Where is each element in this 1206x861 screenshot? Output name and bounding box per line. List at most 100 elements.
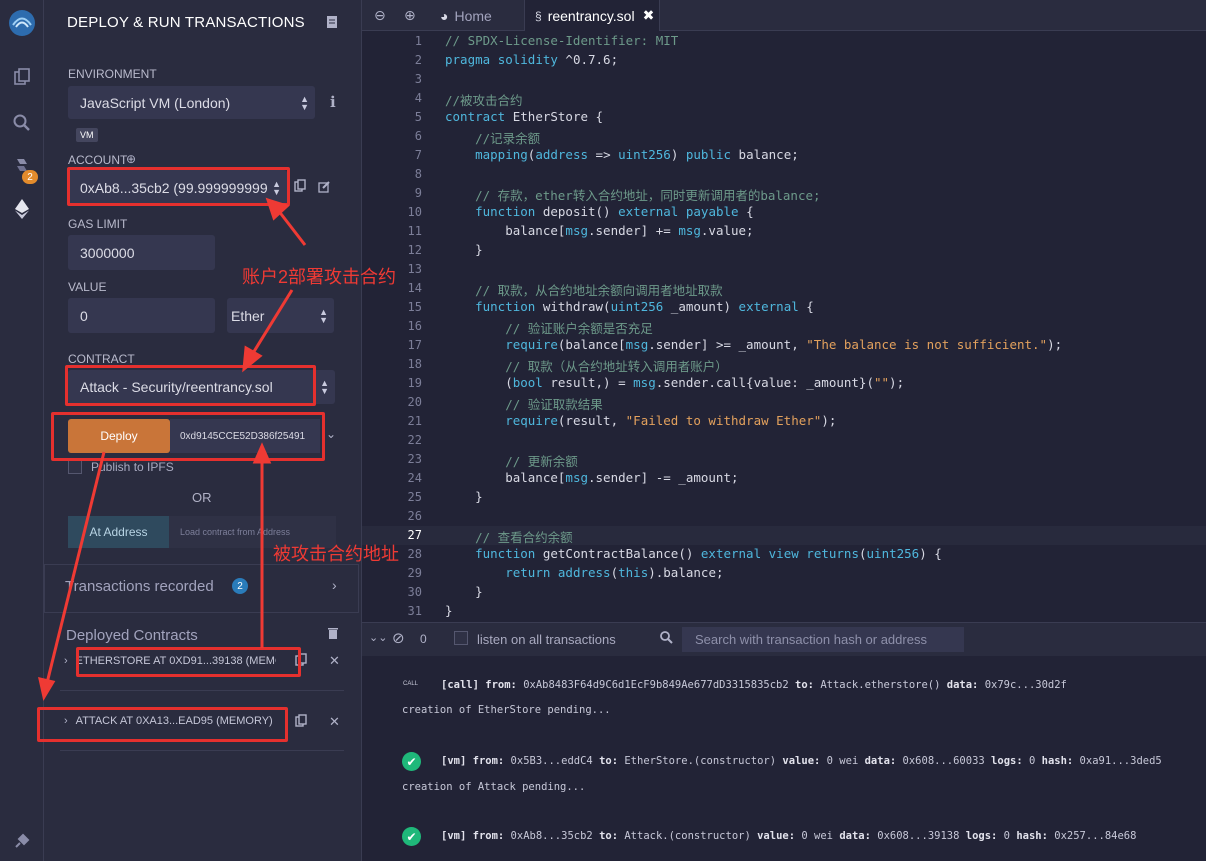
- compiler-badge: 2: [22, 170, 38, 184]
- close-icon[interactable]: ✕: [329, 714, 340, 730]
- annotation-box-deploy: [51, 412, 325, 461]
- annotation-box-attack: [37, 707, 288, 742]
- remix-logo-icon[interactable]: [0, 8, 44, 38]
- account-label: ACCOUNT: [68, 153, 128, 167]
- line-number: 10: [407, 205, 422, 219]
- collapse-terminal-icon[interactable]: ⌄⌄: [369, 631, 387, 644]
- code-line: mapping(address => uint256) public balan…: [475, 147, 799, 162]
- annotation-deploy-note: 账户2部署攻击合约: [242, 267, 397, 287]
- log-entry[interactable]: [vm] from: 0x5B3...eddC4 to: EtherStore.…: [441, 755, 1162, 767]
- code-line: // 取款（从合约地址转入调用者账户）: [505, 359, 728, 374]
- clear-console-icon[interactable]: ⊘: [392, 629, 405, 647]
- publish-ipfs-checkbox[interactable]: [68, 460, 82, 474]
- tab-reentrancy[interactable]: § reentrancy.sol ✖: [524, 0, 660, 31]
- line-number: 11: [407, 224, 422, 238]
- code-line: function withdraw(uint256 _amount) exter…: [475, 299, 814, 314]
- line-number: 15: [407, 300, 422, 314]
- line-number: 20: [407, 395, 422, 409]
- transactions-recorded-section[interactable]: Transactions recorded 2 ›: [44, 564, 359, 613]
- annotation-box-contract: [65, 365, 316, 406]
- value-unit-select[interactable]: Ether ▲ ▼: [227, 298, 334, 333]
- line-number: 26: [407, 509, 422, 523]
- code-line: // 取款，从合约地址余额向调用者地址取款: [475, 283, 723, 298]
- code-line: function getContractBalance() external v…: [475, 546, 942, 561]
- line-number: 3: [414, 72, 422, 86]
- line-number: 18: [407, 357, 422, 371]
- edit-account-icon[interactable]: [318, 180, 331, 196]
- value-label: VALUE: [68, 280, 107, 294]
- documentation-icon[interactable]: [326, 15, 338, 32]
- tab-label: reentrancy.sol: [547, 7, 635, 24]
- tab-label: Home: [454, 7, 492, 24]
- vm-badge: VM: [76, 128, 98, 142]
- log-entry: creation of EtherStore pending...: [402, 704, 611, 716]
- close-icon[interactable]: ✕: [329, 653, 340, 669]
- success-check-icon: ✔: [402, 827, 421, 846]
- environment-select[interactable]: JavaScript VM (London) ▲ ▼: [68, 86, 315, 119]
- info-icon[interactable]: ℹ: [330, 93, 336, 111]
- terminal-search-input[interactable]: Search with transaction hash or address: [682, 627, 964, 652]
- deployed-contracts-label: Deployed Contracts: [66, 627, 198, 644]
- home-icon: ◕: [440, 7, 449, 24]
- pending-tx-counter: 0: [420, 632, 427, 646]
- call-tag: CALL: [403, 681, 419, 687]
- line-number: 8: [414, 167, 422, 181]
- file-explorer-icon[interactable]: [0, 62, 44, 92]
- search-icon: [659, 630, 673, 649]
- plugin-manager-icon[interactable]: [0, 826, 44, 856]
- listen-label: listen on all transactions: [477, 632, 616, 647]
- line-number: 5: [414, 110, 422, 124]
- code-line: //被攻击合约: [445, 93, 523, 108]
- deploy-run-icon[interactable]: [0, 194, 44, 224]
- terminal: ⌄⌄ ⊘ 0 listen on all transactions Search…: [362, 622, 1206, 861]
- line-number: 19: [407, 376, 422, 390]
- code-line: // 验证取款结果: [505, 397, 603, 412]
- line-number: 9: [414, 186, 422, 200]
- zoom-out-icon[interactable]: ⊖: [374, 0, 386, 31]
- add-account-icon[interactable]: ⊕: [126, 152, 136, 166]
- line-number: 23: [407, 452, 422, 466]
- line-number: 4: [414, 91, 422, 105]
- log-entry[interactable]: [vm] from: 0xAb8...35cb2 to: Attack.(con…: [441, 830, 1136, 842]
- code-line: // SPDX-License-Identifier: MIT: [445, 33, 679, 48]
- chevron-right-icon[interactable]: ›: [64, 655, 68, 667]
- search-icon[interactable]: [0, 108, 44, 138]
- code-line: balance[msg.sender] += msg.value;: [445, 223, 754, 238]
- gas-limit-input[interactable]: 3000000: [68, 235, 215, 270]
- panel-title: DEPLOY & RUN TRANSACTIONS: [67, 14, 305, 31]
- close-tab-icon[interactable]: ✖: [643, 7, 655, 24]
- divider: [60, 750, 344, 751]
- transactions-count-badge: 2: [232, 578, 248, 594]
- tab-home[interactable]: ◕ Home: [440, 0, 492, 31]
- log-entry[interactable]: [call] from: 0xAb8483F64d9C6d1EcF9b849Ae…: [441, 679, 1067, 691]
- code-line: }: [445, 603, 453, 618]
- log-entry: creation of Attack pending...: [402, 781, 586, 793]
- trash-icon[interactable]: [327, 627, 339, 643]
- listen-checkbox[interactable]: [454, 631, 468, 645]
- annotation-box-account: [67, 167, 290, 206]
- code-editor: ⊖ ⊕ ◕ Home § reentrancy.sol ✖ 1 // SPDX-L…: [362, 0, 1206, 622]
- at-address-button[interactable]: At Address: [68, 516, 169, 548]
- publish-ipfs-label: Publish to IPFS: [91, 460, 174, 474]
- line-number: 12: [407, 243, 422, 257]
- gas-limit-label: GAS LIMIT: [68, 217, 128, 231]
- transactions-recorded-label: Transactions recorded: [65, 578, 214, 595]
- select-arrows-icon: ▲ ▼: [319, 306, 328, 325]
- line-number: 31: [407, 604, 422, 618]
- code-line: balance[msg.sender] -= _amount;: [445, 470, 739, 485]
- zoom-in-icon[interactable]: ⊕: [404, 0, 416, 31]
- terminal-toolbar: ⌄⌄ ⊘ 0 listen on all transactions Search…: [362, 623, 1206, 656]
- environment-value: JavaScript VM (London): [80, 94, 231, 111]
- value-input[interactable]: 0: [68, 298, 215, 333]
- code-line: // 查看合约余额: [475, 530, 573, 545]
- solidity-file-icon: §: [535, 8, 542, 23]
- copy-account-icon[interactable]: [294, 179, 306, 196]
- copy-address-icon[interactable]: [295, 714, 307, 731]
- or-label: OR: [192, 490, 212, 505]
- value-unit: Ether: [231, 307, 265, 324]
- chevron-right-icon[interactable]: ›: [332, 577, 337, 593]
- line-number: 1: [414, 34, 422, 48]
- line-number: 25: [407, 490, 422, 504]
- select-arrows-icon: ▲ ▼: [320, 378, 329, 396]
- chevron-down-icon[interactable]: ⌄: [326, 427, 336, 441]
